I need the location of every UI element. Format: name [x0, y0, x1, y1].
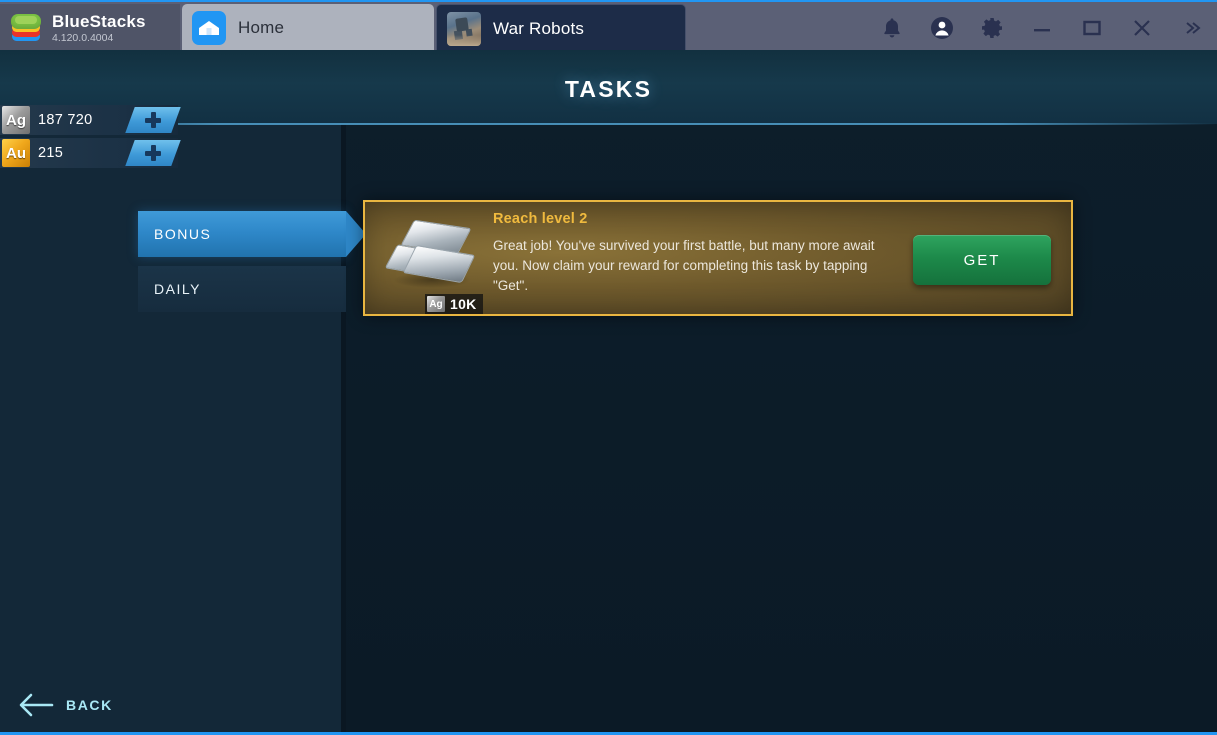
header-underline [0, 123, 1217, 125]
silver-amount: 187 720 [38, 112, 93, 128]
get-reward-label: GET [963, 251, 1001, 269]
gear-icon[interactable] [967, 4, 1017, 52]
title-bar: BlueStacks 4.120.0.4004 Home War Robots [0, 0, 1217, 52]
tab-bonus[interactable]: BONUS [138, 211, 366, 257]
close-button[interactable] [1117, 4, 1167, 52]
back-label: BACK [66, 697, 113, 713]
silver-badge-icon: Ag [2, 106, 30, 134]
add-silver-button[interactable] [125, 107, 181, 133]
tab-home[interactable]: Home [182, 4, 434, 52]
brand-name: BlueStacks [52, 11, 146, 31]
task-card[interactable]: Ag 10K Reach level 2 Great job! You've s… [363, 200, 1073, 316]
get-reward-button[interactable]: GET [913, 235, 1051, 285]
arrow-left-icon [19, 693, 54, 717]
maximize-button[interactable] [1067, 4, 1117, 52]
add-gold-button[interactable] [125, 140, 181, 166]
reward-currency-icon: Ag [427, 296, 445, 312]
brand-version: 4.120.0.4004 [52, 31, 114, 44]
game-screen: TASKS Ag 187 720 Au 215 BONUS DAILY Ag 1… [0, 50, 1217, 735]
tab-daily-label: DAILY [154, 281, 201, 297]
silver-ingots-icon [381, 216, 489, 300]
tab-daily[interactable]: DAILY [138, 266, 346, 312]
account-icon[interactable] [917, 4, 967, 52]
page-title: TASKS [564, 76, 653, 102]
back-button[interactable]: BACK [18, 685, 113, 725]
reward-badge: Ag 10K [425, 294, 483, 314]
bluestacks-window: BlueStacks 4.120.0.4004 Home War Robots [0, 0, 1217, 735]
plus-icon [145, 112, 161, 128]
bluestacks-logo-icon [10, 12, 44, 44]
tab-home-label: Home [238, 18, 285, 37]
currency-silver: Ag 187 720 [0, 105, 181, 135]
more-button[interactable] [1167, 4, 1217, 52]
task-title: Reach level 2 [493, 211, 588, 227]
tab-war-robots-label: War Robots [493, 18, 585, 38]
bluestacks-brand: BlueStacks 4.120.0.4004 [0, 4, 180, 52]
notifications-icon[interactable] [867, 4, 917, 52]
gold-badge-icon: Au [2, 139, 30, 167]
home-icon [192, 11, 226, 45]
gold-amount: 215 [38, 145, 64, 161]
tab-war-robots[interactable]: War Robots [436, 4, 686, 52]
minimize-button[interactable] [1017, 4, 1067, 52]
currency-gold: Au 215 [0, 138, 181, 168]
tab-bonus-label: BONUS [154, 226, 212, 242]
game-thumbnail-icon [447, 11, 481, 46]
task-description: Great job! You've survived your first ba… [493, 238, 875, 293]
reward-amount: 10K [450, 296, 477, 312]
tasks-panel [346, 50, 1217, 735]
window-controls [867, 4, 1217, 52]
plus-icon [145, 145, 161, 161]
